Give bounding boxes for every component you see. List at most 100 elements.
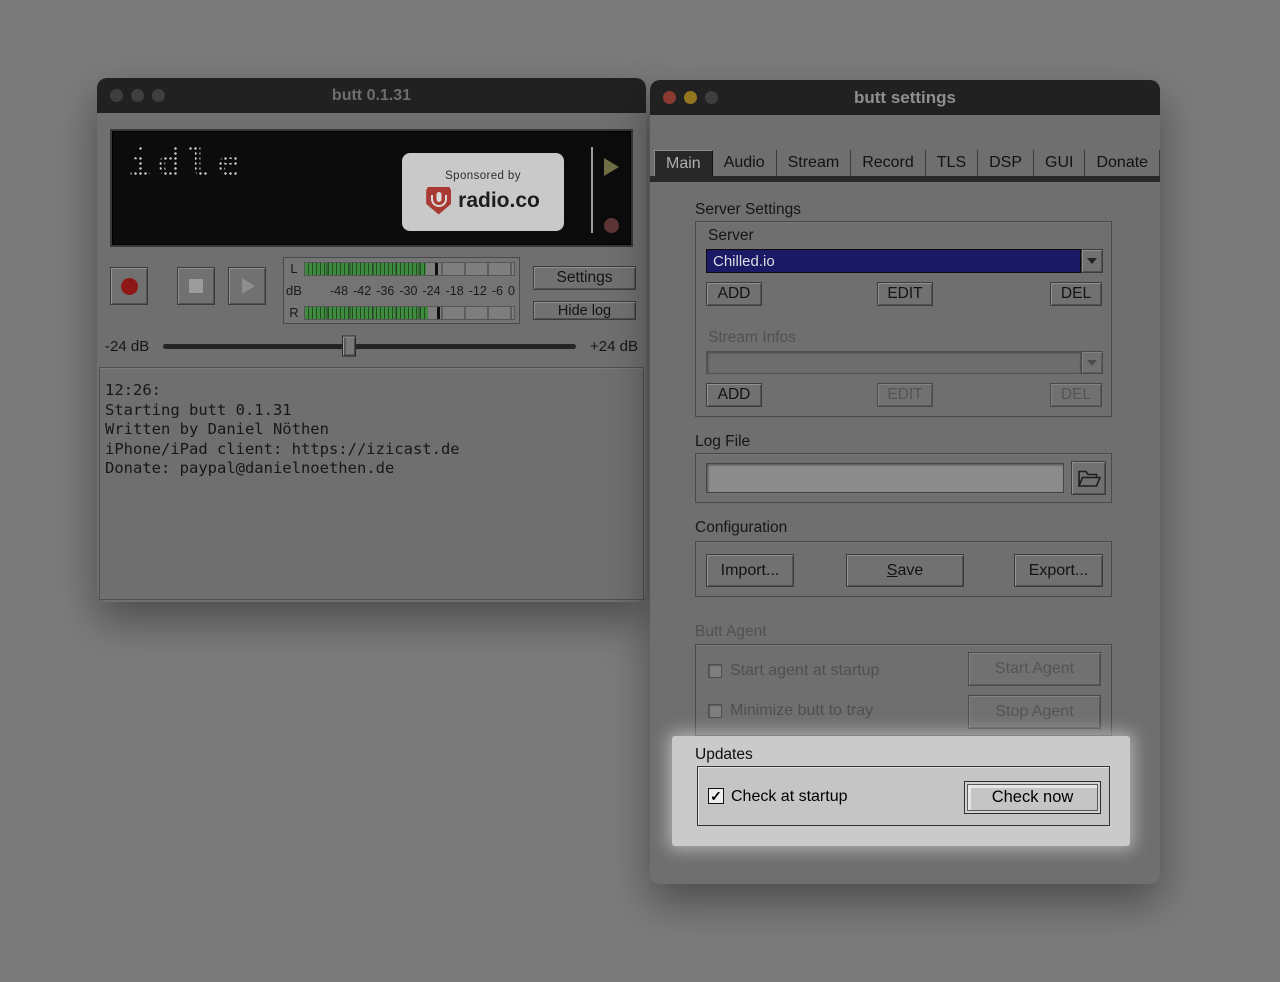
checkmark-icon: ✓ [710, 789, 722, 803]
stream-infos-label: Stream Infos [708, 329, 796, 347]
minimize-tray-checkbox [708, 704, 722, 718]
export-button[interactable]: Export... [1014, 554, 1103, 587]
tab-donate[interactable]: Donate [1085, 150, 1160, 176]
tab-record[interactable]: Record [851, 150, 926, 176]
server-combobox[interactable]: Chilled.io [706, 249, 1103, 273]
stream-infos-combobox-arrow-button [1081, 351, 1103, 374]
vu-right-label: R [284, 305, 304, 320]
settings-window: butt settings Main Audio Stream Record T… [650, 80, 1160, 884]
stream-infos-combobox-value [706, 351, 1081, 374]
check-at-startup-checkbox[interactable]: ✓ [708, 788, 724, 804]
vu-scale-tick: -18 [446, 284, 464, 298]
close-icon[interactable] [110, 89, 123, 102]
server-add-button[interactable]: ADD [706, 282, 762, 306]
tab-stream[interactable]: Stream [777, 150, 852, 176]
log-file-heading: Log File [695, 433, 750, 451]
start-agent-button: Start Agent [968, 652, 1101, 686]
stream-indicator-icon [604, 158, 619, 176]
save-button-label: Save [887, 562, 923, 580]
start-agent-checkbox-label: Start agent at startup [730, 662, 879, 680]
lcd-divider [591, 147, 593, 233]
chevron-down-icon [1087, 258, 1097, 264]
settings-window-title: butt settings [854, 88, 956, 108]
main-window-body: idle Sponsored by radio.co L [97, 113, 646, 602]
record-icon [121, 278, 138, 295]
record-button[interactable] [110, 267, 148, 305]
radioco-logo-icon [426, 187, 451, 215]
chevron-down-icon [1087, 360, 1097, 366]
gain-slider-row: -24 dB +24 dB [105, 335, 638, 357]
settings-button[interactable]: Settings [533, 266, 636, 290]
gain-max-label: +24 dB [590, 338, 638, 355]
settings-tabbar: Main Audio Stream Record TLS DSP GUI Don… [650, 150, 1160, 176]
vu-bar-right [304, 306, 515, 320]
server-del-button[interactable]: DEL [1050, 282, 1102, 306]
stop-button[interactable] [177, 267, 215, 305]
record-indicator-icon [604, 218, 619, 233]
log-file-browse-button[interactable] [1071, 461, 1106, 495]
vu-db-label: dB [284, 283, 304, 298]
butt-agent-group: Start agent at startup Start Agent Minim… [695, 644, 1112, 736]
zoom-icon[interactable] [705, 91, 718, 104]
vu-scale-tick: -48 [330, 284, 348, 298]
server-settings-group: Server Chilled.io ADD EDIT DEL Stream In… [695, 221, 1112, 417]
configuration-heading: Configuration [695, 519, 787, 537]
minimize-icon[interactable] [131, 89, 144, 102]
updates-group: ✓ Check at startup Check now [697, 766, 1110, 826]
vu-scale-tick: -6 [492, 284, 503, 298]
server-edit-button[interactable]: EDIT [877, 282, 933, 306]
check-now-button[interactable]: Check now [964, 781, 1101, 814]
stream-add-button[interactable]: ADD [706, 383, 762, 407]
butt-agent-heading: Butt Agent [695, 623, 767, 641]
play-icon [242, 278, 255, 294]
close-icon[interactable] [663, 91, 676, 104]
gain-slider-track[interactable] [163, 344, 576, 349]
play-button[interactable] [228, 267, 266, 305]
vu-ticks [305, 307, 514, 319]
hide-log-button[interactable]: Hide log [533, 301, 636, 320]
tab-main[interactable]: Main [654, 150, 713, 176]
log-file-path-input[interactable] [706, 463, 1064, 493]
settings-window-body: Main Audio Stream Record TLS DSP GUI Don… [650, 115, 1160, 884]
server-label: Server [708, 227, 754, 245]
gain-slider-handle[interactable] [342, 336, 356, 357]
stop-icon [189, 279, 203, 293]
check-at-startup-label: Check at startup [731, 788, 848, 806]
tab-gui[interactable]: GUI [1034, 150, 1085, 176]
vu-meter: L dB -48 -42 -36 -30 -24 -18 -12 -6 [283, 257, 520, 324]
stop-agent-button: Stop Agent [968, 695, 1101, 729]
zoom-icon[interactable] [152, 89, 165, 102]
import-button[interactable]: Import... [706, 554, 794, 587]
sponsor-card[interactable]: Sponsored by radio.co [402, 153, 564, 231]
gain-min-label: -24 dB [105, 338, 149, 355]
stream-del-button: DEL [1050, 383, 1102, 407]
log-line: Starting butt 0.1.31 [105, 401, 638, 421]
server-combobox-arrow-button[interactable] [1081, 249, 1103, 273]
sponsor-brand: radio.co [458, 189, 540, 213]
minimize-tray-checkbox-label: Minimize butt to tray [730, 702, 873, 720]
folder-icon [1077, 468, 1101, 488]
updates-heading: Updates [695, 746, 753, 764]
vu-scale-tick: 0 [508, 284, 515, 298]
tabbar-underline [650, 176, 1160, 182]
server-combobox-value: Chilled.io [706, 249, 1081, 273]
vu-scale-tick: -36 [376, 284, 394, 298]
tab-dsp[interactable]: DSP [978, 150, 1034, 176]
save-button[interactable]: Save [846, 554, 964, 587]
minimize-icon[interactable] [684, 91, 697, 104]
tab-tls[interactable]: TLS [926, 150, 978, 176]
sponsor-label: Sponsored by [445, 170, 521, 182]
main-window: butt 0.1.31 idle Sponsored by radio.co [97, 78, 646, 602]
log-line: iPhone/iPad client: https://izicast.de [105, 440, 638, 460]
stream-edit-button: EDIT [877, 383, 933, 407]
tab-audio[interactable]: Audio [713, 150, 777, 176]
stream-infos-combobox [706, 351, 1103, 374]
log-line: Donate: paypal@danielnoethen.de [105, 459, 638, 479]
main-titlebar[interactable]: butt 0.1.31 [97, 78, 646, 113]
log-file-group [695, 453, 1112, 503]
vu-scale-tick: -12 [469, 284, 487, 298]
log-output[interactable]: 12:26: Starting butt 0.1.31 Written by D… [99, 367, 644, 600]
vu-ticks [305, 263, 514, 275]
settings-titlebar[interactable]: butt settings [650, 80, 1160, 115]
vu-scale-tick: -24 [423, 284, 441, 298]
